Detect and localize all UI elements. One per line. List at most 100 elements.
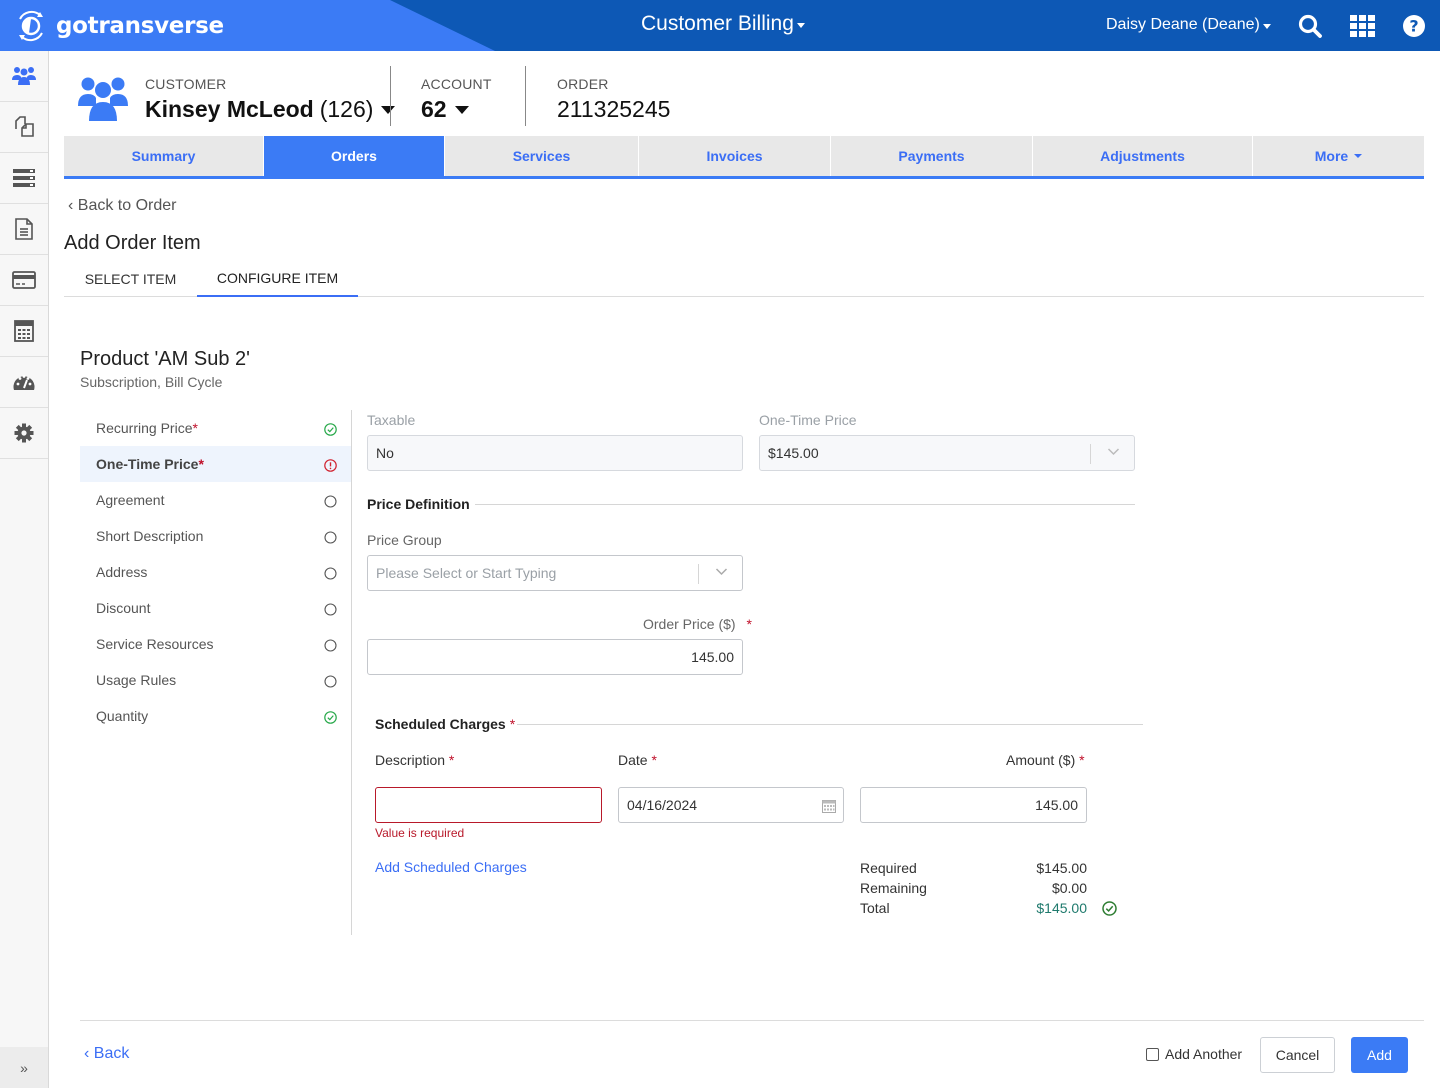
configuration-steps: Recurring Price * One-Time Price * Agreeme… bbox=[80, 410, 351, 734]
summary-required-row: Required $145.00 bbox=[860, 860, 1087, 876]
tab-summary[interactable]: Summary bbox=[64, 136, 264, 176]
date-value: 04/16/2024 bbox=[627, 797, 698, 813]
tab-orders[interactable]: Orders bbox=[264, 136, 445, 176]
left-nav: » bbox=[0, 51, 49, 1088]
list-server-icon bbox=[13, 169, 35, 187]
select-divider bbox=[698, 564, 699, 584]
remaining-label: Remaining bbox=[860, 880, 927, 896]
step-one-time-price[interactable]: One-Time Price * bbox=[80, 446, 351, 482]
step-address[interactable]: Address bbox=[80, 554, 351, 590]
nav-settings[interactable] bbox=[0, 408, 48, 459]
nav-documents[interactable] bbox=[0, 204, 48, 255]
tab-more-label: More bbox=[1314, 148, 1349, 164]
empty-circle-icon bbox=[324, 531, 337, 544]
caret-down-icon bbox=[796, 23, 805, 28]
add-button[interactable]: Add bbox=[1351, 1037, 1408, 1073]
back-to-order-link[interactable]: ‹ Back to Order bbox=[68, 197, 176, 215]
select-divider bbox=[1090, 444, 1091, 464]
add-scheduled-charges-link[interactable]: Add Scheduled Charges bbox=[375, 859, 527, 875]
nav-customers[interactable] bbox=[0, 51, 48, 102]
cancel-button[interactable]: Cancel bbox=[1260, 1037, 1335, 1073]
tab-more[interactable]: More bbox=[1253, 136, 1424, 176]
customer-selector[interactable]: Kinsey McLeod (126) bbox=[145, 96, 396, 123]
gotransverse-logo-icon bbox=[19, 10, 43, 42]
step-short-description[interactable]: Short Description bbox=[80, 518, 351, 554]
scheduled-charges-title-text: Scheduled Charges bbox=[375, 716, 506, 732]
customer-label: CUSTOMER bbox=[145, 76, 227, 92]
tab-payments[interactable]: Payments bbox=[831, 136, 1033, 176]
back-button[interactable]: ‹ Back bbox=[84, 1045, 129, 1063]
search-icon bbox=[1298, 14, 1322, 38]
nav-list[interactable] bbox=[0, 153, 48, 204]
step-service-resources[interactable]: Service Resources bbox=[80, 626, 351, 662]
step-discount[interactable]: Discount bbox=[80, 590, 351, 626]
calendar-icon[interactable] bbox=[822, 799, 836, 813]
nav-calculator[interactable] bbox=[0, 306, 48, 357]
gear-icon bbox=[14, 423, 34, 443]
checkbox-unchecked-icon[interactable] bbox=[1146, 1047, 1159, 1061]
step-recurring-price[interactable]: Recurring Price * bbox=[80, 410, 351, 446]
app-switcher[interactable]: Customer Billing bbox=[641, 12, 805, 36]
step-label: Address bbox=[96, 564, 148, 580]
app-title: Customer Billing bbox=[641, 12, 794, 35]
error-circle-icon bbox=[324, 459, 337, 472]
subtab-select-item[interactable]: SELECT ITEM bbox=[64, 260, 197, 297]
tab-services[interactable]: Services bbox=[445, 136, 639, 176]
add-another-checkbox[interactable]: Add Another bbox=[1146, 1046, 1242, 1062]
required-star: * bbox=[448, 752, 455, 768]
date-label-text: Date bbox=[618, 752, 648, 768]
step-quantity[interactable]: Quantity bbox=[80, 698, 351, 734]
empty-circle-icon bbox=[324, 675, 337, 688]
empty-circle-icon bbox=[324, 603, 337, 616]
step-agreement[interactable]: Agreement bbox=[80, 482, 351, 518]
amount-label: Amount ($) * bbox=[1006, 752, 1085, 768]
step-label: Quantity bbox=[96, 708, 149, 724]
brand-logo[interactable]: gotransverse bbox=[14, 9, 224, 43]
customer-name: Kinsey McLeod bbox=[145, 96, 314, 122]
order-price-value: 145.00 bbox=[691, 649, 734, 665]
calculator-icon bbox=[14, 320, 34, 342]
empty-circle-icon bbox=[324, 639, 337, 652]
header-divider bbox=[390, 66, 391, 126]
taxable-label: Taxable bbox=[367, 412, 416, 428]
document-icon bbox=[15, 218, 33, 240]
search-button[interactable] bbox=[1296, 12, 1324, 40]
step-label: Agreement bbox=[96, 492, 165, 508]
caret-down-icon bbox=[381, 105, 396, 114]
order-price-label-text: Order Price ($) bbox=[643, 616, 736, 632]
one-time-price-label: One-Time Price bbox=[759, 412, 857, 428]
nav-dashboard[interactable] bbox=[0, 357, 48, 408]
nav-copy-documents[interactable] bbox=[0, 102, 48, 153]
tab-adjustments[interactable]: Adjustments bbox=[1033, 136, 1253, 176]
chevron-down-icon bbox=[715, 568, 728, 576]
step-usage-rules[interactable]: Usage Rules bbox=[80, 662, 351, 698]
help-button[interactable]: ? bbox=[1400, 12, 1428, 40]
amount-input[interactable]: 145.00 bbox=[860, 787, 1087, 823]
summary-remaining-row: Remaining $0.00 bbox=[860, 880, 1087, 896]
price-group-select[interactable]: Please Select or Start Typing bbox=[367, 555, 743, 591]
order-label: ORDER bbox=[557, 76, 609, 92]
customer-avatar bbox=[78, 76, 128, 127]
check-circle-icon bbox=[1102, 901, 1117, 916]
required-label: Required bbox=[860, 860, 917, 876]
account-selector[interactable]: 62 bbox=[421, 96, 492, 123]
total-label: Total bbox=[860, 900, 890, 916]
required-star: * bbox=[509, 716, 516, 732]
caret-down-icon bbox=[454, 105, 469, 114]
subtab-configure-item[interactable]: CONFIGURE ITEM bbox=[197, 260, 358, 297]
tab-invoices[interactable]: Invoices bbox=[639, 136, 831, 176]
description-label: Description * bbox=[375, 752, 454, 768]
one-time-price-select: $145.00 bbox=[759, 435, 1135, 471]
apps-grid-button[interactable] bbox=[1349, 12, 1377, 40]
required-star: * bbox=[192, 420, 198, 436]
amount-value: 145.00 bbox=[1035, 797, 1078, 813]
description-input[interactable] bbox=[375, 787, 602, 823]
back-to-order-label: Back to Order bbox=[77, 197, 177, 214]
main-tabs: Summary Orders Services Invoices Payment… bbox=[64, 136, 1424, 179]
nav-payments[interactable] bbox=[0, 255, 48, 306]
order-price-input[interactable]: 145.00 bbox=[367, 639, 743, 675]
add-another-label: Add Another bbox=[1165, 1046, 1243, 1062]
date-input[interactable]: 04/16/2024 bbox=[618, 787, 844, 823]
expand-nav-button[interactable]: » bbox=[0, 1047, 48, 1088]
user-menu[interactable]: Daisy Deane (Deane) bbox=[1106, 16, 1271, 34]
